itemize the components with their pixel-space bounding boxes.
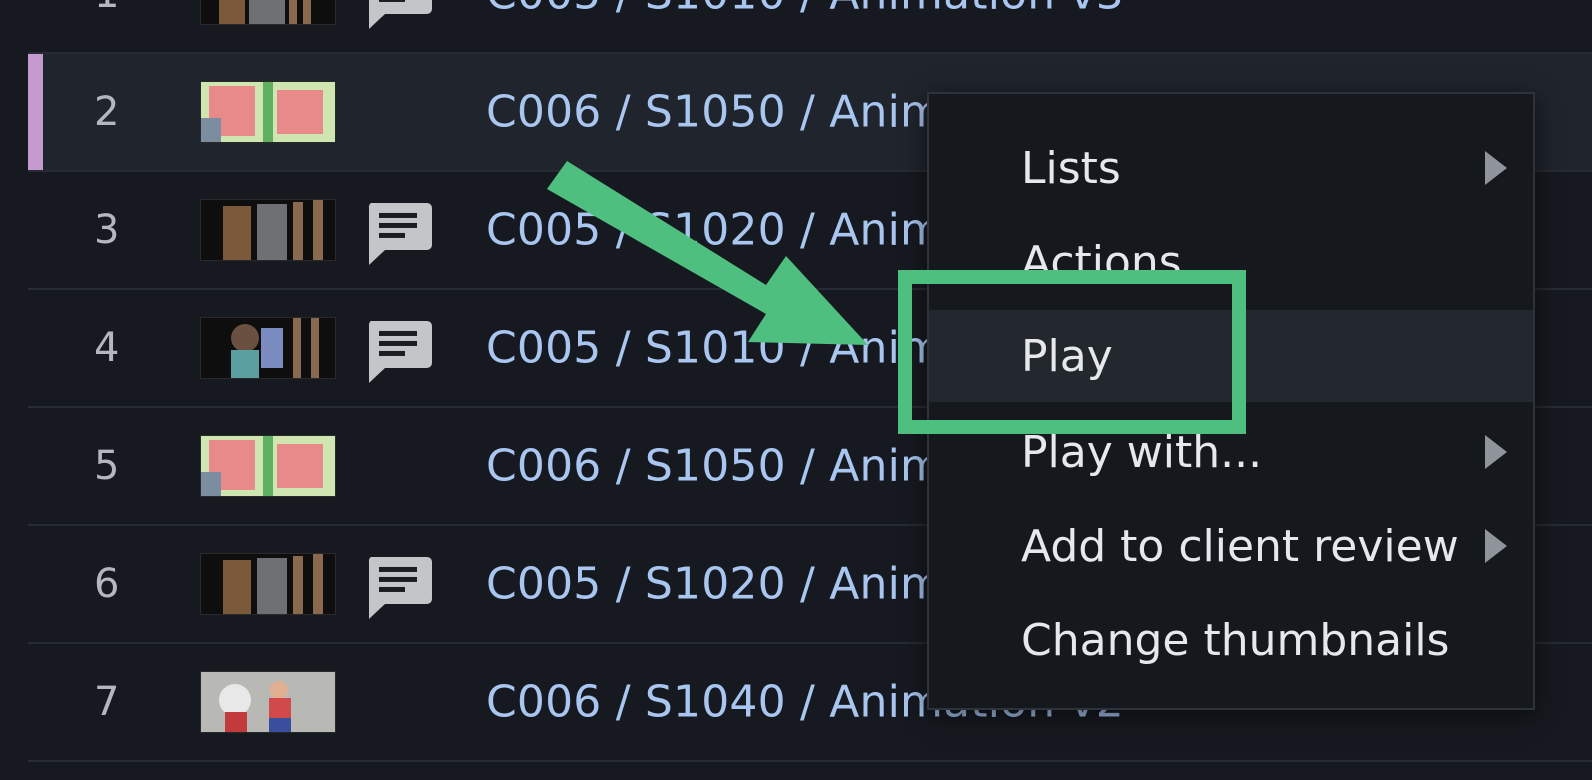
annotation-arrow-icon [547, 161, 868, 345]
